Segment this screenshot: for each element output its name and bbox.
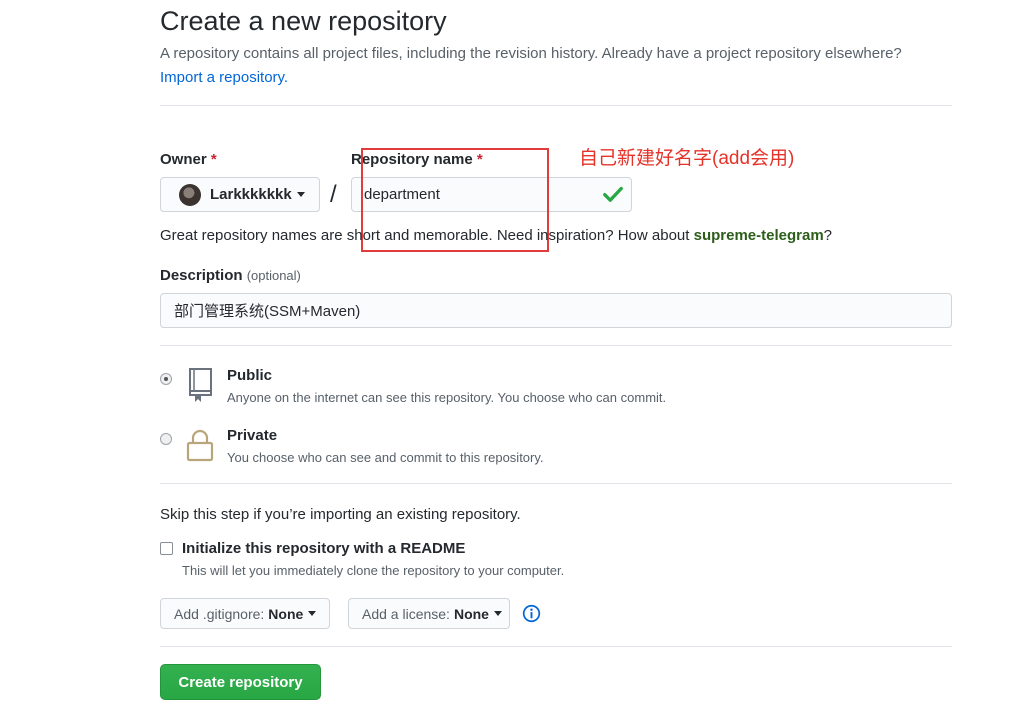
gitignore-value: None bbox=[268, 605, 304, 622]
hint-text: Great repository names are short and mem… bbox=[160, 227, 694, 244]
private-description: You choose who can see and commit to thi… bbox=[227, 450, 544, 465]
owner-repo-separator: / bbox=[330, 181, 337, 208]
divider bbox=[160, 646, 952, 647]
owner-label-text: Owner bbox=[160, 151, 207, 168]
name-suggestion[interactable]: supreme-telegram bbox=[694, 227, 824, 244]
divider bbox=[160, 483, 952, 484]
lock-icon bbox=[186, 429, 214, 462]
private-radio[interactable] bbox=[160, 433, 172, 445]
import-repository-link[interactable]: Import a repository. bbox=[160, 69, 288, 86]
caret-down-icon bbox=[296, 192, 305, 197]
required-mark: * bbox=[476, 151, 483, 168]
description-label: Description (optional) bbox=[160, 267, 301, 284]
optional-tag: (optional) bbox=[246, 268, 301, 283]
description-label-text: Description bbox=[160, 267, 243, 284]
divider bbox=[160, 345, 952, 346]
license-label: Add a license: bbox=[362, 605, 450, 622]
gitignore-select[interactable]: Add .gitignore: None bbox=[160, 598, 330, 629]
hint-end: ? bbox=[823, 227, 833, 244]
info-icon[interactable] bbox=[522, 604, 541, 623]
divider bbox=[160, 105, 952, 106]
description-input[interactable] bbox=[160, 293, 952, 328]
repo-book-icon bbox=[189, 368, 212, 402]
create-repository-button[interactable]: Create repository bbox=[160, 664, 321, 700]
license-value: None bbox=[453, 605, 489, 622]
avatar bbox=[179, 183, 201, 206]
public-radio[interactable] bbox=[160, 373, 172, 385]
public-description: Anyone on the internet can see this repo… bbox=[227, 390, 667, 405]
owner-value: Larkkkkkkk bbox=[210, 186, 292, 203]
required-mark: * bbox=[210, 151, 217, 168]
repository-name-hint: Great repository names are short and mem… bbox=[160, 227, 832, 244]
page-subtitle: A repository contains all project files,… bbox=[160, 45, 902, 62]
owner-label: Owner * bbox=[160, 151, 217, 168]
repository-name-label-text: Repository name bbox=[351, 151, 473, 168]
caret-down-icon bbox=[493, 611, 502, 616]
skip-step-text: Skip this step if you’re importing an ex… bbox=[160, 506, 521, 523]
checkmark-icon bbox=[603, 186, 623, 202]
repository-name-label: Repository name * bbox=[351, 151, 483, 168]
repository-name-input[interactable] bbox=[351, 177, 632, 212]
public-title: Public bbox=[227, 367, 273, 384]
private-title: Private bbox=[227, 427, 278, 444]
page-title: Create a new repository bbox=[160, 6, 447, 36]
readme-description: This will let you immediately clone the … bbox=[182, 563, 565, 578]
owner-select[interactable]: Larkkkkkkk bbox=[160, 177, 320, 212]
gitignore-label: Add .gitignore: bbox=[174, 605, 265, 622]
caret-down-icon bbox=[308, 611, 317, 616]
annotation-note: 自己新建好名字(add会用) bbox=[579, 148, 795, 169]
license-select[interactable]: Add a license: None bbox=[348, 598, 510, 629]
readme-title[interactable]: Initialize this repository with a README bbox=[182, 540, 465, 557]
readme-checkbox[interactable] bbox=[160, 542, 173, 555]
